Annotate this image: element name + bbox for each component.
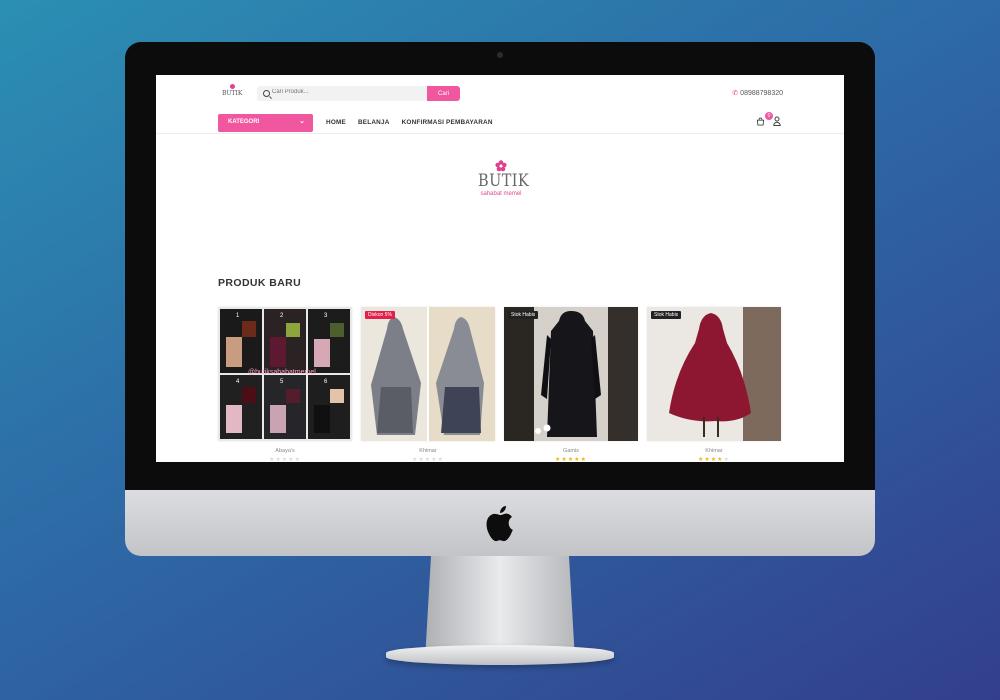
search-bar: Cari — [257, 86, 460, 101]
product-image — [361, 307, 495, 441]
rating-stars: ★★★★★ — [412, 457, 444, 462]
stock-badge: Stok Habis — [508, 311, 539, 319]
nav-konfirmasi-pembayaran[interactable]: KONFIRMASI PEMBAYARAN — [402, 119, 493, 126]
product-image — [504, 307, 638, 441]
user-icon[interactable] — [773, 116, 781, 126]
header-divider — [156, 133, 844, 134]
phone-number: 08988798320 — [740, 90, 783, 97]
product-card[interactable]: Stok Habis — [647, 307, 781, 441]
product-card[interactable]: 123 456 @butiksahabatmemel — [218, 307, 352, 441]
kategori-label: KATEGORI — [228, 119, 260, 125]
hero-tagline: sahabat memel — [480, 191, 522, 197]
stock-badge: Stok Habis — [651, 311, 682, 319]
rating-stars: ★★★★★ — [269, 457, 301, 462]
camera-dot — [497, 52, 503, 58]
hero-brand: BUTIK — [478, 171, 530, 191]
rating-stars: ★★★★★ — [555, 457, 587, 462]
phone-contact[interactable]: ✆ 08988798320 — [732, 89, 783, 97]
main-nav: HOME BELANJA KONFIRMASI PEMBAYARAN — [326, 119, 493, 126]
cart-count-badge: 0 — [765, 112, 773, 120]
monitor-stand-foot — [386, 645, 614, 665]
search-icon — [263, 90, 270, 97]
kategori-dropdown[interactable]: KATEGORI ⌄ — [218, 114, 313, 132]
product-card[interactable]: Stok Habis — [504, 307, 638, 441]
chevron-down-icon: ⌄ — [299, 118, 305, 125]
rating-stars: ★★★★★ — [698, 457, 730, 462]
apple-logo-icon — [486, 506, 513, 542]
product-name[interactable]: Abaya's — [218, 448, 352, 454]
search-button[interactable]: Cari — [427, 86, 460, 101]
hero-logo: BUTIK sahabat memel — [474, 160, 530, 197]
discount-badge: Diskon 5% — [365, 311, 395, 319]
product-name[interactable]: Gamis — [504, 448, 638, 454]
phone-icon: ✆ — [732, 90, 739, 97]
flower-icon — [229, 84, 235, 89]
nav-home[interactable]: HOME — [326, 119, 346, 126]
product-card[interactable]: Diskon 5% — [361, 307, 495, 441]
search-field-wrapper — [257, 86, 427, 101]
product-image — [647, 307, 781, 441]
product-name[interactable]: Khimar — [361, 448, 495, 454]
header-logo[interactable]: BUTIK — [222, 84, 242, 97]
search-input[interactable] — [272, 89, 422, 95]
section-title: PRODUK BARU — [218, 277, 302, 289]
website-screen: BUTIK Cari ✆08988798320 KATEGORI ⌄ HOME … — [156, 75, 844, 462]
nav-belanja[interactable]: BELANJA — [358, 119, 390, 126]
header-logo-text: BUTIK — [222, 90, 243, 97]
product-name[interactable]: Khimar — [647, 448, 781, 454]
watermark-text: @butiksahabatmemel — [248, 369, 316, 376]
shopping-bag-icon[interactable] — [756, 117, 765, 126]
